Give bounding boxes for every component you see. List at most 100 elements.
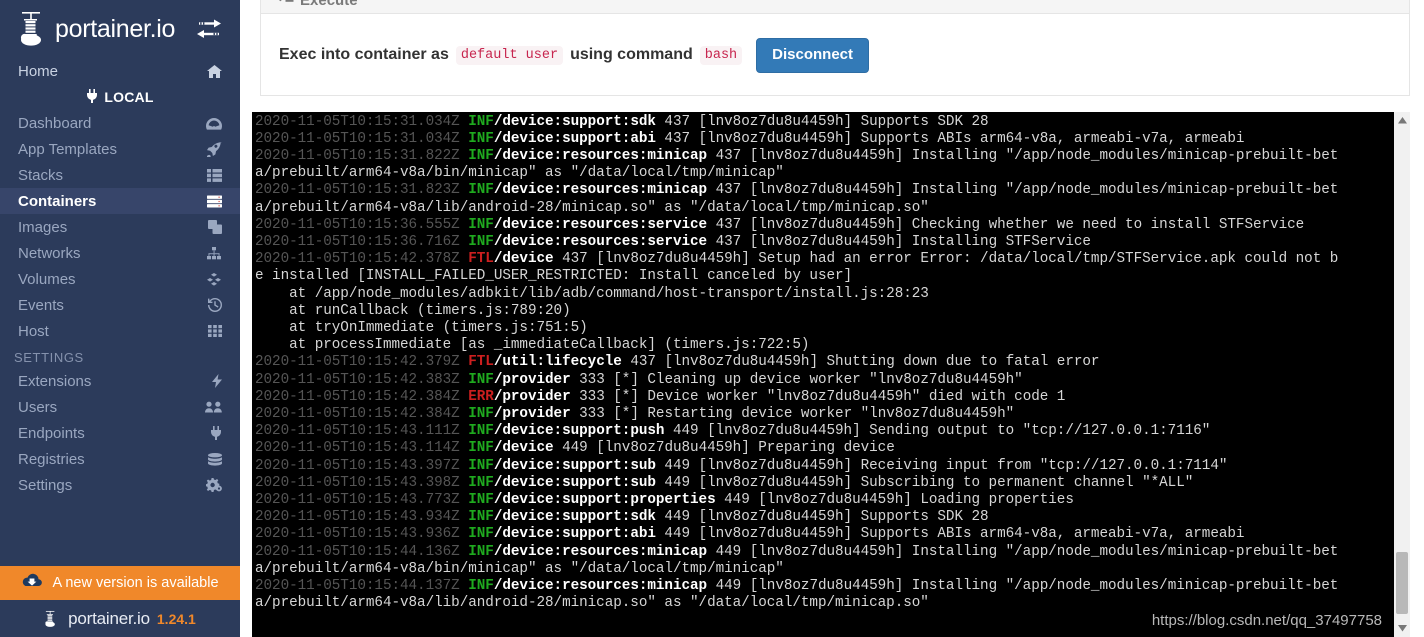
terminal-line: a/prebuilt/arm64-v8a/lib/android-28/mini…: [255, 595, 1394, 612]
scroll-down-arrow-icon[interactable]: [1394, 620, 1410, 637]
sidebar-item-label: Host: [18, 322, 49, 340]
plug-icon: [86, 88, 98, 106]
log-level: INF: [468, 405, 494, 422]
terminal-output[interactable]: 2020-11-05T10:15:31.034Z INF/device:supp…: [252, 111, 1394, 637]
sidebar-brand: portainer.io: [55, 14, 176, 43]
terminal-line: 2020-11-05T10:15:44.137Z INF/device:reso…: [255, 578, 1394, 595]
log-tag: /provider: [493, 405, 571, 422]
terminal-line: e installed [INSTALL_FAILED_USER_RESTRIC…: [255, 268, 1394, 285]
update-available-banner[interactable]: A new version is available: [0, 566, 240, 600]
log-timestamp: 2020-11-05T10:15:43.114Z: [255, 440, 469, 457]
log-message: 449 [lnv8oz7du8u4459h] Supports SDK 28: [655, 509, 989, 526]
terminal-line: a/prebuilt/arm64-v8a/lib/android-28/mini…: [255, 200, 1394, 217]
log-timestamp: 2020-11-05T10:15:43.773Z: [255, 491, 469, 508]
log-timestamp: 2020-11-05T10:15:31.823Z: [255, 182, 469, 199]
terminal-line: at processImmediate [as _immediateCallba…: [255, 337, 1394, 354]
terminal-scrollbar[interactable]: [1394, 111, 1410, 637]
log-message: 449 [lnv8oz7du8u4459h] Subscribing to pe…: [655, 474, 1194, 491]
log-message: at tryOnImmediate (timers.js:751:5): [255, 319, 588, 336]
scroll-up-arrow-icon[interactable]: [1394, 112, 1410, 129]
log-tag: /device:support:sdk: [493, 113, 656, 130]
log-message: 437 [lnv8oz7du8u4459h] Installing "/app/…: [707, 147, 1339, 164]
sidebar-item-users[interactable]: Users: [0, 394, 240, 420]
sidebar-item-registries[interactable]: Registries: [0, 446, 240, 472]
sidebar-item-label: Containers: [18, 192, 97, 210]
sidebar-item-images[interactable]: Images: [0, 214, 240, 240]
terminal-line: 2020-11-05T10:15:43.398Z INF/device:supp…: [255, 475, 1394, 492]
terminal-line: 2020-11-05T10:15:31.034Z INF/device:supp…: [255, 131, 1394, 148]
clone-icon: [204, 220, 222, 234]
sidebar-item-events[interactable]: Events: [0, 292, 240, 318]
exchange-arrows-icon[interactable]: [196, 19, 222, 39]
log-level: INF: [468, 130, 494, 147]
log-message: 437 [lnv8oz7du8u4459h] Installing STFSer…: [707, 233, 1091, 250]
portainer-whale-logo-icon: [44, 609, 61, 629]
log-timestamp: 2020-11-05T10:15:43.934Z: [255, 509, 469, 526]
sidebar-item-extensions[interactable]: Extensions: [0, 368, 240, 394]
terminal-line: 2020-11-05T10:15:43.111Z INF/device:supp…: [255, 423, 1394, 440]
log-message: e installed [INSTALL_FAILED_USER_RESTRIC…: [255, 268, 853, 285]
sidebar-item-label: Events: [18, 296, 64, 314]
disconnect-button[interactable]: Disconnect: [756, 38, 870, 73]
log-message: 449 [lnv8oz7du8u4459h] Receiving input f…: [655, 457, 1228, 474]
log-timestamp: 2020-11-05T10:15:31.034Z: [255, 130, 469, 147]
log-tag: /device:resources:minicap: [493, 182, 708, 199]
sidebar-section-settings: SETTINGS: [14, 349, 84, 365]
sidebar-item-label: Home: [18, 62, 59, 80]
exec-middle-text: using command: [570, 46, 693, 64]
sidebar-item-endpoints[interactable]: Endpoints: [0, 420, 240, 446]
sidebar-item-containers[interactable]: Containers: [0, 188, 240, 214]
terminal-line: 2020-11-05T10:15:42.384Z INF/provider 33…: [255, 406, 1394, 423]
log-message: 333 [*] Restarting device worker "lnv8oz…: [570, 405, 1015, 422]
main-content: Execute Exec into container as default u…: [240, 0, 1424, 637]
sidebar-item-label: Users: [18, 398, 58, 416]
log-level: INF: [468, 113, 494, 130]
scrollbar-track[interactable]: [1394, 129, 1410, 621]
log-level: FTL: [468, 354, 494, 371]
terminal-line: 2020-11-05T10:15:31.823Z INF/device:reso…: [255, 182, 1394, 199]
log-timestamp: 2020-11-05T10:15:43.936Z: [255, 526, 469, 543]
log-message: a/prebuilt/arm64-v8a/bin/minicap" as "/d…: [255, 560, 784, 577]
sidebar-item-home[interactable]: Home: [0, 58, 240, 84]
sidebar-item-label: Dashboard: [18, 114, 92, 132]
sidebar-item-host[interactable]: Host: [0, 318, 240, 344]
terminal-line: 2020-11-05T10:15:42.383Z INF/provider 33…: [255, 372, 1394, 389]
panel-title-label: Execute: [300, 0, 358, 9]
log-level: INF: [468, 233, 494, 250]
log-tag: /device:resources:minicap: [493, 577, 708, 594]
log-message: at runCallback (timers.js:789:20): [255, 302, 571, 319]
log-tag: /device:resources:minicap: [493, 147, 708, 164]
footer-version: 1.24.1: [156, 610, 196, 627]
log-message: 437 [lnv8oz7du8u4459h] Installing "/app/…: [707, 182, 1339, 199]
log-message: 437 [lnv8oz7du8u4459h] Supports ABIs arm…: [655, 130, 1245, 147]
panel-body: Exec into container as default user usin…: [261, 14, 1409, 95]
log-timestamp: 2020-11-05T10:15:42.383Z: [255, 371, 469, 388]
sidebar-item-networks[interactable]: Networks: [0, 240, 240, 266]
sidebar-item-dashboard[interactable]: Dashboard: [0, 110, 240, 136]
terminal-line: 2020-11-05T10:15:43.934Z INF/device:supp…: [255, 509, 1394, 526]
log-message: 449 [lnv8oz7du8u4459h] Supports ABIs arm…: [655, 526, 1245, 543]
log-tag: /device:resources:service: [493, 233, 708, 250]
sitemap-icon: [204, 246, 222, 260]
sidebar-item-volumes[interactable]: Volumes: [0, 266, 240, 292]
terminal-line: at runCallback (timers.js:789:20): [255, 303, 1394, 320]
terminal-line: 2020-11-05T10:15:31.034Z INF/device:supp…: [255, 114, 1394, 131]
log-level: INF: [468, 147, 494, 164]
sidebar-item-settings[interactable]: Settings: [0, 472, 240, 498]
th-icon: [204, 325, 222, 337]
log-level: INF: [468, 216, 494, 233]
sidebar-item-stacks[interactable]: Stacks: [0, 162, 240, 188]
sidebar-item-app-templates[interactable]: App Templates: [0, 136, 240, 162]
history-icon: [204, 298, 222, 312]
terminal-line: at tryOnImmediate (timers.js:751:5): [255, 320, 1394, 337]
server-icon: [204, 195, 222, 208]
panel-header: Execute: [261, 0, 1409, 14]
log-message: 437 [lnv8oz7du8u4459h] Setup had an erro…: [553, 251, 1339, 268]
terminal-line: 2020-11-05T10:15:44.136Z INF/device:reso…: [255, 544, 1394, 561]
log-level: INF: [468, 423, 494, 440]
log-message: 437 [lnv8oz7du8u4459h] Checking whether …: [707, 216, 1305, 233]
scrollbar-thumb[interactable]: [1396, 552, 1408, 614]
terminal-line: 2020-11-05T10:15:43.773Z INF/device:supp…: [255, 492, 1394, 509]
log-message: 437 [lnv8oz7du8u4459h] Shutting down due…: [621, 354, 1100, 371]
exec-description: Exec into container as default user usin…: [279, 45, 743, 65]
